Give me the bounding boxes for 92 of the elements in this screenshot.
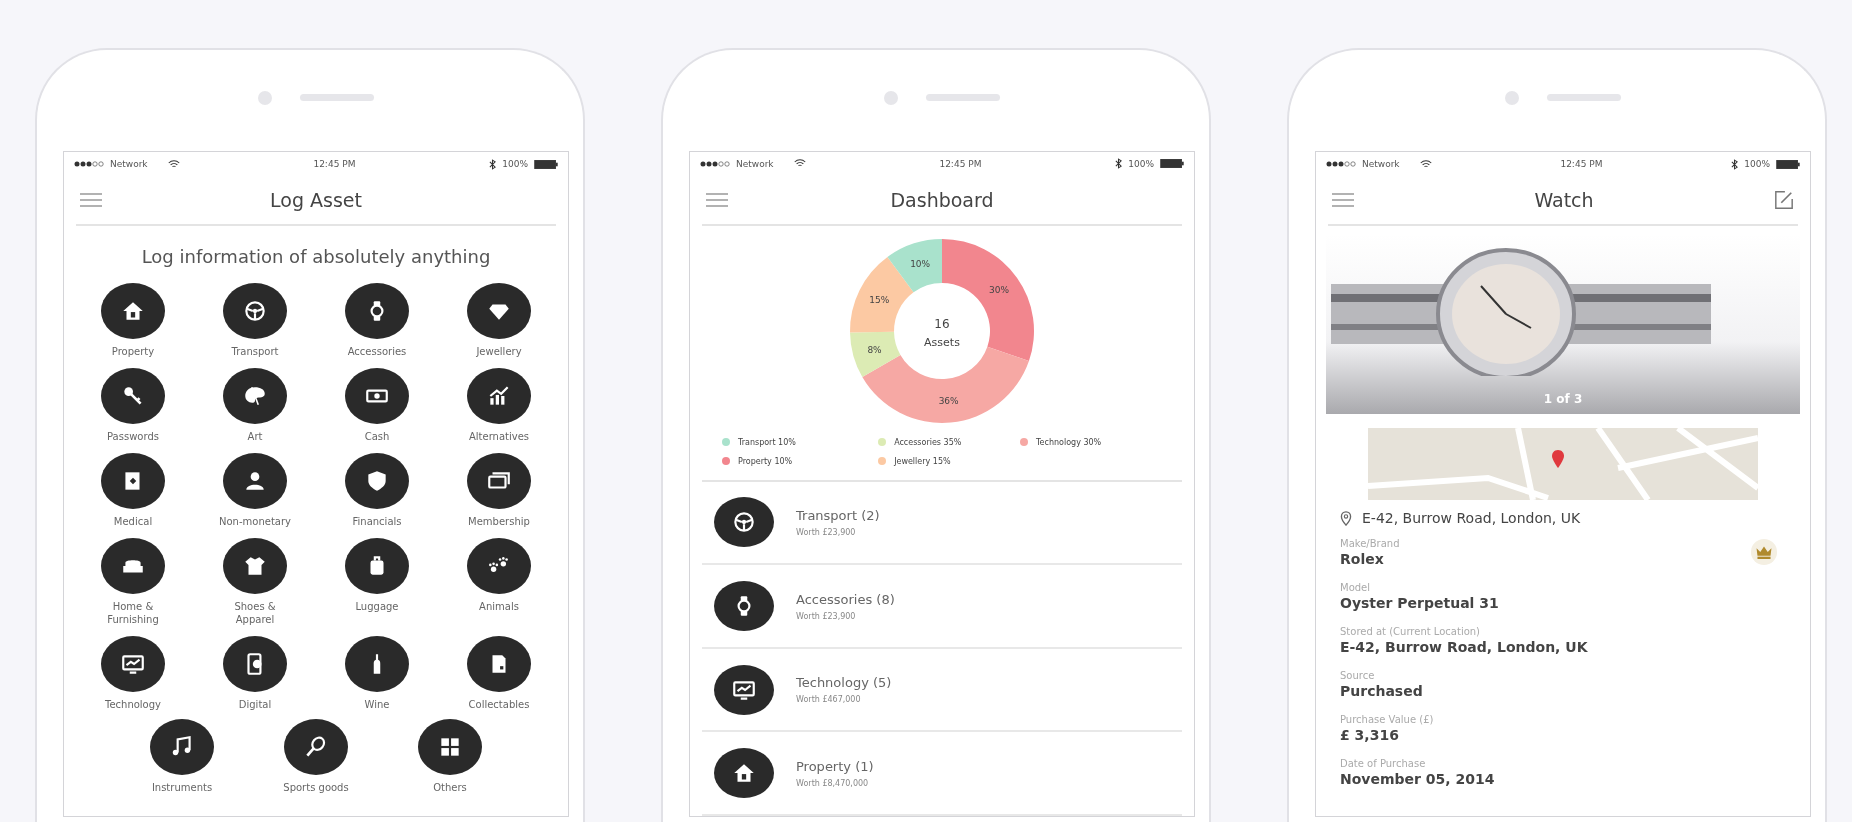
field-label: Purchase Value (£) <box>1340 713 1434 725</box>
screen-title: Dashboard <box>890 188 994 211</box>
legend-label: Accessories 35% <box>894 437 962 447</box>
category-button[interactable]: Cash <box>316 368 438 443</box>
battery-percent: 100% <box>1744 159 1770 169</box>
category-button[interactable]: Alternatives <box>438 368 560 443</box>
group-worth: Worth £23,900 <box>796 611 857 621</box>
signal-icon <box>700 160 730 167</box>
wifi-icon <box>1419 159 1432 169</box>
field-value: November 05, 2014 <box>1340 770 1495 787</box>
slice-label: 15% <box>869 294 890 305</box>
screen-title: Watch <box>1534 189 1594 211</box>
legend-label: Jewellery 15% <box>894 456 951 466</box>
group-title: Technology (5) <box>796 675 892 691</box>
field-label: Model <box>1340 581 1372 593</box>
battery-icon <box>1160 159 1184 169</box>
slice-label: 10% <box>910 259 931 270</box>
asset-group-item[interactable]: Technology (5) Worth £467,000 <box>702 648 1182 733</box>
signal-icon <box>1326 161 1356 167</box>
battery-percent: 100% <box>502 159 528 169</box>
location-address: E-42, Burrow Road, London, UK <box>1362 510 1581 526</box>
location-pin-icon <box>1340 510 1352 526</box>
status-time: 12:45 PM <box>1560 159 1603 169</box>
field-label: Source <box>1340 669 1376 681</box>
wifi-icon <box>793 159 806 169</box>
bluetooth-icon <box>1731 158 1739 170</box>
category-button[interactable]: Luggage <box>316 538 438 626</box>
camera-dot <box>884 90 898 105</box>
slice-label: 30% <box>989 285 1010 296</box>
wifi-icon <box>167 159 180 169</box>
field-label: Date of Purchase <box>1340 757 1427 769</box>
category-button[interactable]: Financials <box>316 453 438 528</box>
signal-icon <box>74 161 104 167</box>
field-value: Oyster Perpetual 31 <box>1340 594 1499 611</box>
group-title: Transport (2) <box>796 507 880 523</box>
category-button[interactable]: Passwords <box>72 368 194 443</box>
status-time: 12:45 PM <box>313 159 356 169</box>
field-value: E-42, Burrow Road, London, UK <box>1340 638 1588 655</box>
group-worth: Worth £23,900 <box>796 527 857 537</box>
carrier-name: Network <box>736 158 774 169</box>
bluetooth-icon <box>489 158 497 170</box>
battery-percent: 100% <box>1128 158 1154 169</box>
legend-label: Property 10% <box>738 456 793 466</box>
legend-label: Technology 30% <box>1036 437 1102 447</box>
battery-icon <box>1776 159 1800 169</box>
category-button[interactable]: Jewellery <box>438 283 560 358</box>
category-button[interactable]: Property <box>72 283 194 358</box>
field-value: £ 3,316 <box>1340 726 1400 743</box>
category-button[interactable]: Membership <box>438 453 560 528</box>
asset-group-item[interactable]: Transport (2) Worth £23,900 <box>702 481 1182 566</box>
carrier-name: Network <box>1362 159 1400 169</box>
camera-dot <box>1505 90 1519 105</box>
field-label: Make/Brand <box>1340 537 1400 549</box>
status-time: 12:45 PM <box>939 158 982 169</box>
asset-count: 16 <box>934 316 950 331</box>
category-button[interactable]: Instruments <box>137 719 227 794</box>
screen-subtitle: Log information of absolutely anything <box>140 245 492 269</box>
category-button[interactable]: Animals <box>438 538 560 626</box>
category-button[interactable]: Art <box>194 368 316 443</box>
asset-group-item[interactable]: Accessories (8) Worth £23,900 <box>702 565 1182 649</box>
asset-count-label: Assets <box>924 335 960 349</box>
category-button[interactable]: Accessories <box>316 283 438 358</box>
field-value: Rolex <box>1340 550 1385 567</box>
category-button[interactable]: Medical <box>72 453 194 528</box>
battery-icon <box>534 159 558 169</box>
legend-label: Transport 10% <box>738 437 796 447</box>
category-button[interactable]: Collectables <box>438 636 560 711</box>
field-value: Purchased <box>1340 682 1423 699</box>
asset-group-item[interactable]: Property (1) Worth £8,470,000 <box>702 732 1182 816</box>
category-button[interactable]: Transport <box>194 283 316 358</box>
slice-label: 36% <box>938 395 959 406</box>
group-title: Accessories (8) <box>796 591 895 607</box>
category-button[interactable]: Wine <box>316 636 438 711</box>
carrier-name: Network <box>110 159 148 169</box>
category-button[interactable]: Sports goods <box>271 719 361 794</box>
slice-label: 8% <box>867 344 882 355</box>
category-button[interactable]: Digital <box>194 636 316 711</box>
crown-logo-icon <box>1750 538 1778 566</box>
camera-dot <box>258 90 272 105</box>
photo-counter: 1 of 3 <box>1543 392 1583 408</box>
category-button[interactable]: Non-monetary <box>194 453 316 528</box>
field-label: Stored at (Current Location) <box>1340 625 1482 637</box>
map-pin-icon <box>1552 450 1564 468</box>
category-button[interactable]: Technology <box>72 636 194 711</box>
category-button[interactable]: Shoes & Apparel <box>194 538 316 626</box>
category-button[interactable]: Home & Furnishing <box>72 538 194 626</box>
group-worth: Worth £8,470,000 <box>796 778 870 788</box>
group-worth: Worth £467,000 <box>796 695 862 705</box>
screen-title: Log Asset <box>270 189 362 211</box>
bluetooth-icon <box>1115 158 1123 170</box>
group-title: Property (1) <box>796 758 874 774</box>
category-button[interactable]: Others <box>405 719 495 794</box>
